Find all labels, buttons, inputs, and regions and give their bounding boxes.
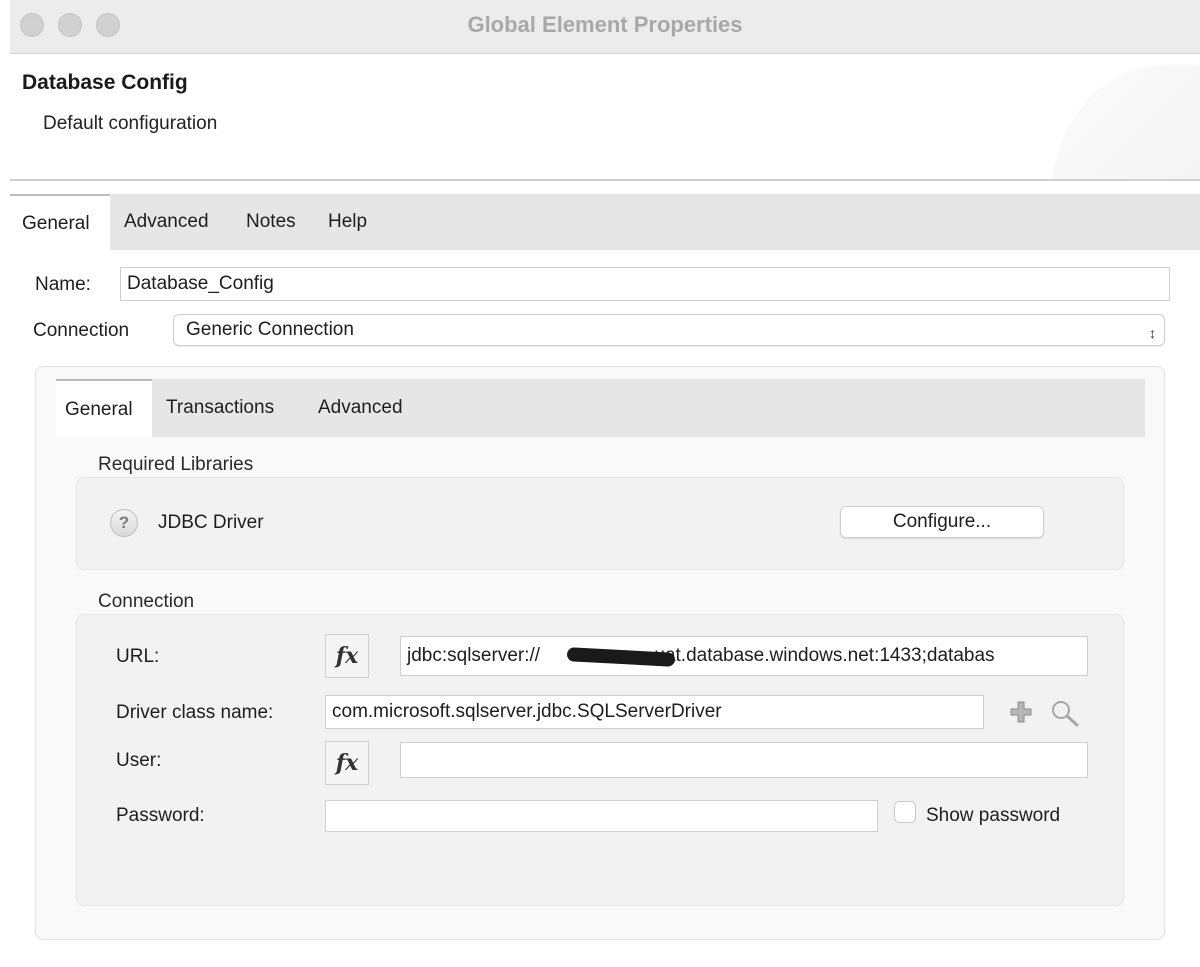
inner-tab-advanced[interactable]: Advanced bbox=[318, 379, 403, 437]
connection-heading: Connection bbox=[98, 591, 195, 612]
tab-notes[interactable]: Notes bbox=[246, 194, 296, 250]
user-label: User: bbox=[116, 750, 162, 771]
url-label: URL: bbox=[116, 646, 160, 667]
user-fx-icon[interactable]: fx bbox=[325, 741, 369, 785]
show-password-checkbox[interactable] bbox=[894, 801, 916, 823]
name-label: Name: bbox=[35, 274, 91, 295]
tab-help[interactable]: Help bbox=[328, 194, 367, 250]
inner-tab-transactions[interactable]: Transactions bbox=[166, 379, 274, 437]
question-circle-icon[interactable]: ? bbox=[110, 509, 138, 537]
header-decoration bbox=[1050, 65, 1200, 180]
tab-general[interactable]: General bbox=[10, 194, 110, 250]
jdbc-driver-label: JDBC Driver bbox=[158, 512, 264, 533]
select-arrows-icon: ↕ bbox=[1149, 325, 1156, 341]
password-input[interactable] bbox=[325, 800, 878, 832]
magnifier-icon[interactable] bbox=[1050, 699, 1080, 727]
configure-button[interactable]: Configure... bbox=[840, 506, 1044, 538]
inner-tab-bar: General Transactions Advanced bbox=[56, 379, 1145, 437]
plus-icon[interactable] bbox=[1010, 701, 1032, 723]
connection-select-value: Generic Connection bbox=[186, 319, 354, 340]
global-element-properties-window: Global Element Properties Database Confi… bbox=[0, 0, 1200, 967]
driver-class-input[interactable]: com.microsoft.sqlserver.jdbc.SQLServerDr… bbox=[325, 695, 984, 729]
show-password-label[interactable]: Show password bbox=[926, 805, 1060, 827]
connection-select[interactable]: Generic Connection ↕ bbox=[173, 314, 1165, 346]
name-input[interactable]: Database_Config bbox=[120, 267, 1170, 301]
dialog-header: Database Config Default configuration bbox=[10, 55, 1200, 180]
driver-class-label: Driver class name: bbox=[116, 702, 274, 723]
header-subtitle: Default configuration bbox=[43, 113, 218, 134]
url-value-suffix: -uat.database.windows.net:1433;databas bbox=[648, 645, 995, 666]
user-input[interactable] bbox=[400, 742, 1088, 778]
title-bar: Global Element Properties bbox=[10, 0, 1200, 54]
tab-advanced[interactable]: Advanced bbox=[124, 194, 209, 250]
url-fx-icon[interactable]: fx bbox=[325, 634, 369, 678]
header-divider bbox=[10, 179, 1200, 181]
connection-label: Connection bbox=[33, 320, 130, 341]
url-value-prefix: jdbc:sqlserver:// bbox=[407, 645, 541, 666]
outer-tab-bar: General Advanced Notes Help bbox=[10, 194, 1200, 250]
header-title: Database Config bbox=[22, 71, 188, 94]
url-input[interactable]: jdbc:sqlserver:// -uat.database.windows.n… bbox=[400, 636, 1088, 676]
window-title: Global Element Properties bbox=[467, 12, 743, 37]
inner-tab-general[interactable]: General bbox=[56, 379, 152, 437]
required-libraries-heading: Required Libraries bbox=[98, 454, 254, 475]
password-label: Password: bbox=[116, 805, 205, 826]
